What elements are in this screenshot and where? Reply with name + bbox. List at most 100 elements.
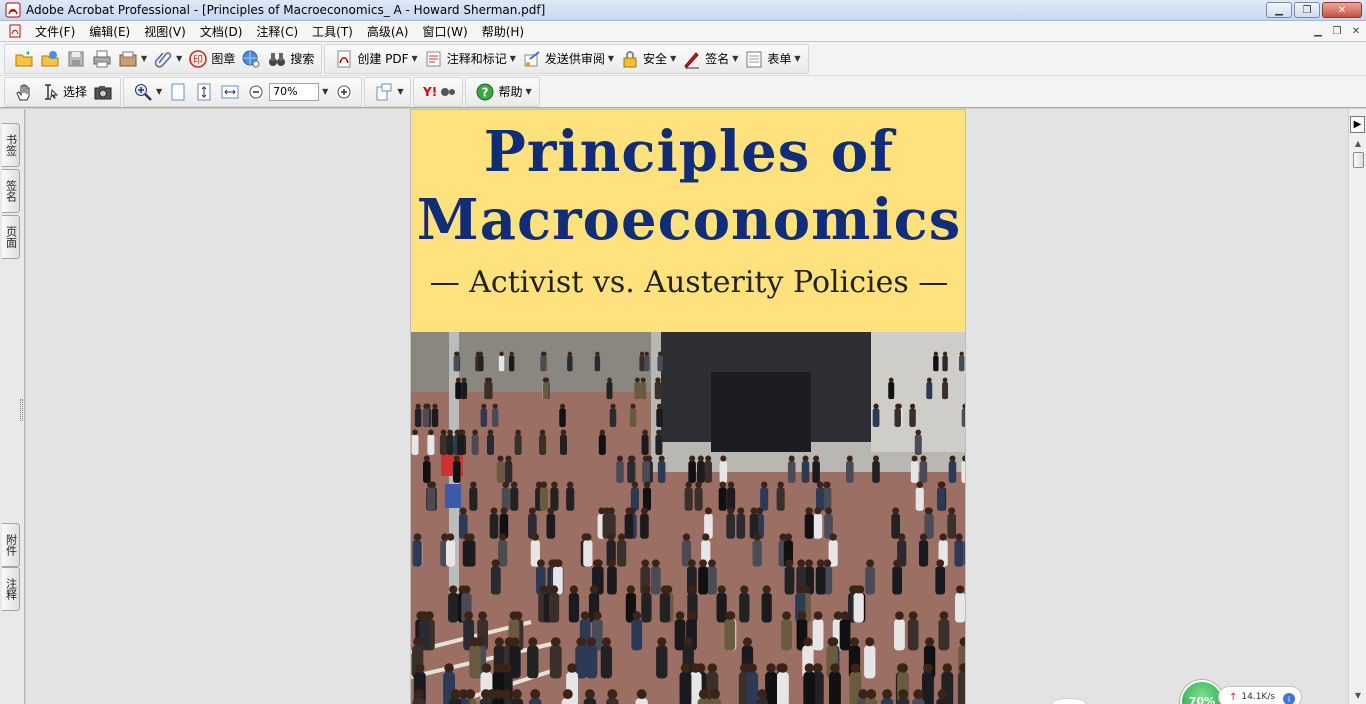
dropdown-caret-icon: ▼ [509,54,516,63]
vertical-scrollbar[interactable]: ▶ ▲ ▼ [1348,109,1366,704]
scroll-down-arrow-icon[interactable]: ▼ [1352,689,1364,701]
forms-button[interactable]: 表单 ▼ [741,47,803,71]
info-icon[interactable]: i [1283,693,1295,704]
attach-button[interactable]: ▼ [150,47,185,71]
sign-button[interactable]: 签名 ▼ [679,47,741,71]
panel-splitter-handle[interactable] [20,399,23,421]
fit-page-icon [197,83,211,100]
main-toolbar: ▼ ▼ 印 图章 搜索 创建 PDF ▼ 注释和标记 ▼ 发送供审阅 ▼ 安全 … [0,42,1366,76]
doc-minimize-button[interactable]: ▁ [1310,24,1326,38]
pdf-document-icon[interactable] [8,24,22,38]
network-speed-widget[interactable]: 70% ↑ 14.1K/s i [1180,680,1302,704]
organizer-button[interactable] [37,47,63,71]
paperclip-icon [154,51,172,68]
forms-label: 表单 [767,52,792,66]
stamp-icon: 印 [189,49,208,68]
rotate-pages-icon [376,83,392,100]
select-tool-button[interactable]: 选择 [37,80,90,104]
document-viewport[interactable]: Principles of Macroeconomics — Activist … [26,109,1348,704]
menu-advanced[interactable]: 高级(A) [360,23,416,40]
restore-button[interactable]: ❐ [1294,2,1320,18]
menu-comments[interactable]: 注释(C) [249,23,305,40]
open-folder-icon [15,50,33,66]
menu-help[interactable]: 帮助(H) [475,23,531,40]
help-button[interactable]: ? 帮助 ▼ [472,80,534,104]
window-controls: ▁ ❐ ✕ [1266,2,1362,18]
svg-text:?: ? [482,85,489,99]
zoom-out-button[interactable] [243,80,269,104]
tab-attachments[interactable]: 附件 [2,523,20,567]
fit-page-button[interactable] [191,80,217,104]
menu-bar: 文件(F) 编辑(E) 视图(V) 文档(D) 注释(C) 工具(T) 高级(A… [0,21,1366,42]
hand-tool-button[interactable] [11,80,37,104]
yahoo-search-button[interactable]: Y! [420,80,458,104]
doc-restore-button[interactable]: ❐ [1329,24,1345,38]
stamp-label: 图章 [211,52,236,66]
svg-text:Y!: Y! [423,85,437,99]
tab-bookmarks[interactable]: 书签 [2,123,20,167]
scrollbar-thumb[interactable] [1353,152,1364,168]
web-search-button[interactable] [238,47,264,71]
rotate-button[interactable]: ▼ [371,80,406,104]
forms-icon [746,51,762,67]
scroll-up-arrow-icon[interactable]: ▲ [1352,137,1364,149]
actual-size-button[interactable] [165,80,191,104]
fit-width-icon [221,85,239,98]
close-button[interactable]: ✕ [1322,2,1362,18]
minimize-button[interactable]: ▁ [1266,2,1292,18]
menu-file[interactable]: 文件(F) [28,23,82,40]
file-toolbar: ▼ ▼ 印 图章 搜索 [4,43,323,74]
zoom-dropdown-button[interactable]: ▼ [319,80,331,104]
send-for-review-icon [524,50,540,66]
acrobat-app-icon [5,2,21,18]
fit-width-button[interactable] [217,80,243,104]
tab-pages[interactable]: 页面 [2,215,20,259]
floating-widget-edge [1052,698,1086,704]
menu-window[interactable]: 窗口(W) [415,23,474,40]
doc-close-button[interactable]: ✕ [1348,24,1364,38]
menu-document[interactable]: 文档(D) [193,23,250,40]
zoom-tool-button[interactable]: ▼ [130,80,165,104]
zoom-out-icon [249,85,263,98]
create-pdf-label: 创建 PDF [357,52,409,66]
open-button[interactable] [11,47,37,71]
stamp-button[interactable]: 印 图章 [185,47,238,71]
send-review-button[interactable]: 发送供审阅 ▼ [519,47,617,71]
hand-icon [16,84,30,100]
dropdown-caret-icon: ▼ [670,54,677,63]
document-window-controls: ▁ ❐ ✕ [1310,24,1364,38]
title-bar: Adobe Acrobat Professional - [Principles… [0,0,1366,21]
organizer-icon [41,50,59,66]
memory-percent-ball[interactable]: 70% [1180,680,1224,704]
dropdown-caret-icon: ▼ [732,54,739,63]
cover-crowd-photo [411,332,965,704]
tasks-toolbar: 创建 PDF ▼ 注释和标记 ▼ 发送供审阅 ▼ 安全 ▼ 签名 ▼ 表单 ▼ [324,43,809,74]
tab-comments[interactable]: 注释 [2,567,20,611]
zoom-level-input[interactable] [269,82,320,101]
comment-markup-button[interactable]: 注释和标记 ▼ [421,47,519,71]
help-question-icon: ? [476,83,494,100]
menu-tools[interactable]: 工具(T) [305,23,360,40]
save-button[interactable] [63,47,89,71]
secondary-toolbar: 选择 ▼ ▼ ▼ [0,76,1366,108]
help-toolbar: ? 帮助 ▼ [465,76,540,107]
next-page-button[interactable]: ▶ [1350,116,1365,133]
zoom-in-button[interactable] [331,80,357,104]
menu-edit[interactable]: 编辑(E) [82,23,137,40]
window-title: Adobe Acrobat Professional - [Principles… [26,3,546,17]
security-button[interactable]: 安全 ▼ [617,47,679,71]
sign-label: 签名 [705,52,730,66]
cover-title-line1: Principles of [483,119,895,185]
create-pdf-button[interactable]: 创建 PDF ▼ [331,47,420,71]
snapshot-button[interactable] [90,80,116,104]
menu-view[interactable]: 视图(V) [137,23,193,40]
network-speed-pill: ↑ 14.1K/s i [1218,686,1302,704]
search-button[interactable]: 搜索 [264,47,317,71]
dropdown-caret-icon: ▼ [176,54,183,63]
dropdown-caret-icon: ▼ [156,87,163,96]
help-label: 帮助 [498,85,523,99]
print-button[interactable] [89,47,115,71]
tab-signatures[interactable]: 签名 [2,169,20,213]
security-label: 安全 [643,52,668,66]
fax-button[interactable]: ▼ [115,47,150,71]
